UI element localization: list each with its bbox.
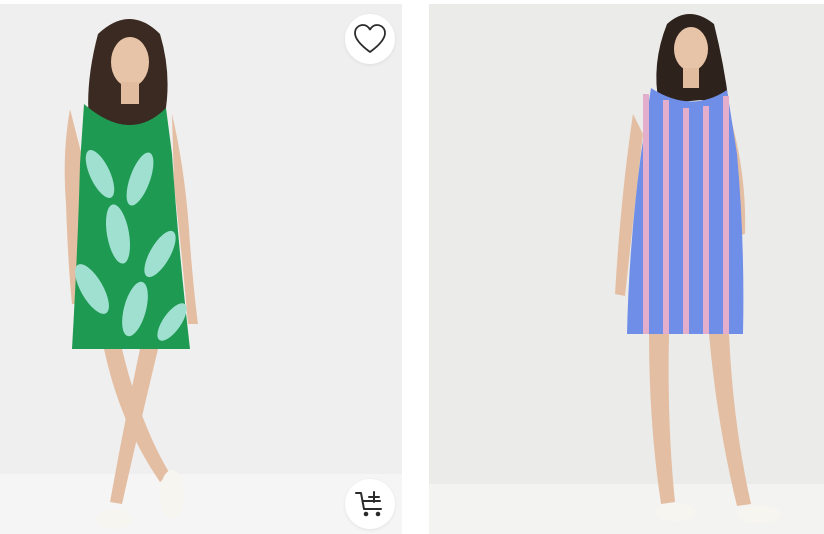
add-to-cart-button[interactable] [345,479,395,529]
product-card-green-dress[interactable] [0,4,402,534]
product-image-green-dress[interactable] [0,4,402,534]
product-grid [0,0,824,534]
wishlist-button[interactable] [345,14,395,64]
product-card-striped-dress[interactable] [429,4,824,534]
cart-plus-icon [355,491,382,517]
heart-outline-icon [354,24,386,53]
product-image-striped-dress[interactable] [429,4,824,534]
